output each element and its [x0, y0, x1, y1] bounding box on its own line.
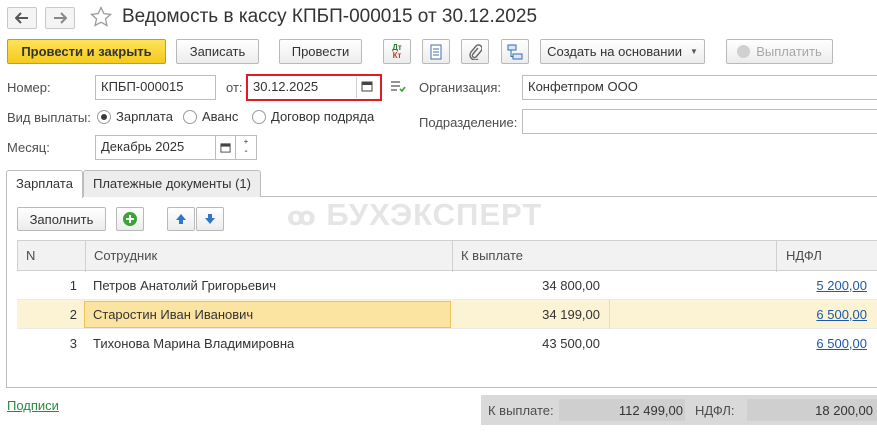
- tab-salary[interactable]: Зарплата: [6, 170, 83, 198]
- add-row-button[interactable]: [116, 207, 144, 231]
- row-employee: Тихонова Марина Владимировна: [93, 336, 295, 351]
- page-title: Ведомость в кассу КПБП-000015 от 30.12.2…: [122, 6, 538, 27]
- row-amount: 34 800,00: [542, 278, 600, 293]
- month-field[interactable]: Декабрь 2025: [95, 135, 216, 160]
- radio-unselected-icon: [252, 109, 266, 124]
- post-and-close-button[interactable]: Провести и закрыть: [7, 39, 166, 64]
- month-label: Месяц:: [7, 140, 50, 155]
- move-down-button[interactable]: [196, 207, 224, 231]
- watermark-logo-icon: ꝏ: [287, 201, 317, 231]
- coin-icon: [737, 45, 751, 58]
- organization-label: Организация:: [419, 80, 502, 95]
- ndfl-total-value: 18 200,00: [815, 403, 873, 418]
- table-row[interactable]: 1 Петров Анатолий Григорьевич 34 800,00 …: [17, 271, 877, 300]
- paperclip-icon: [469, 43, 482, 60]
- radio-salary-label: Зарплата: [116, 109, 173, 124]
- calendar-button[interactable]: [361, 80, 373, 95]
- column-header-n[interactable]: N: [26, 248, 35, 263]
- row-number: 2: [69, 307, 77, 322]
- organization-field[interactable]: Конфетпром ООО: [522, 75, 877, 100]
- column-header-ndfl[interactable]: НДФЛ: [786, 248, 822, 263]
- structure-button[interactable]: [501, 39, 529, 64]
- date-value: 30.12.2025: [253, 79, 319, 94]
- dt-kt-button[interactable]: Дт Кт: [383, 39, 411, 64]
- star-icon: [89, 5, 113, 27]
- create-based-on-label: Создать на основании: [547, 44, 682, 59]
- radio-selected-icon: [97, 109, 111, 124]
- move-up-button[interactable]: [167, 207, 195, 231]
- column-header-amount[interactable]: К выплате: [461, 248, 523, 263]
- tab-payment-documents[interactable]: Платежные документы (1): [83, 170, 261, 197]
- row-amount: 34 199,00: [542, 307, 600, 322]
- edit-list-icon: [391, 81, 406, 93]
- kt-label: Кт: [392, 50, 402, 60]
- row-ndfl-link[interactable]: 6 500,00: [777, 336, 867, 351]
- row-employee: Старостин Иван Иванович: [93, 307, 254, 322]
- ndfl-total-label: НДФЛ:: [695, 403, 735, 418]
- radio-contract-label: Договор подряда: [271, 109, 375, 124]
- radio-unselected-icon: [183, 109, 197, 124]
- division-label: Подразделение:: [419, 115, 518, 130]
- totals-bar: К выплате: 112 499,00 НДФЛ: 18 200,00: [481, 395, 877, 425]
- arrow-down-icon: [205, 214, 215, 224]
- total-amount-value: 112 499,00: [618, 403, 683, 418]
- number-label: Номер:: [7, 80, 51, 95]
- row-number: 3: [69, 336, 77, 351]
- document-list-icon: [430, 44, 442, 59]
- fill-button[interactable]: Заполнить: [17, 207, 106, 231]
- month-calendar-button[interactable]: [215, 135, 236, 160]
- number-edit-button[interactable]: [390, 80, 406, 97]
- back-button[interactable]: [7, 7, 37, 29]
- row-amount: 43 500,00: [542, 336, 600, 351]
- create-based-on-dropdown[interactable]: Создать на основании ▼: [540, 39, 705, 64]
- division-field[interactable]: [522, 109, 877, 134]
- save-button[interactable]: Записать: [176, 39, 259, 64]
- month-stepper[interactable]: + -: [235, 135, 257, 160]
- number-field[interactable]: КПБП-000015: [95, 75, 216, 100]
- watermark: ꝏ БУХЭКСПЕРТ: [287, 197, 542, 233]
- forward-button[interactable]: [45, 7, 75, 29]
- row-ndfl-link[interactable]: 5 200,00: [777, 278, 867, 293]
- calendar-icon: [361, 81, 373, 92]
- arrow-left-icon: [15, 12, 28, 24]
- signatures-link[interactable]: Подписи: [7, 398, 59, 413]
- favorite-button[interactable]: [89, 5, 113, 31]
- dt-kt-icon: Дт Кт: [392, 43, 402, 60]
- radio-contract[interactable]: Договор подряда: [252, 109, 374, 124]
- row-employee: Петров Анатолий Григорьевич: [93, 278, 277, 293]
- arrow-right-icon: [54, 12, 67, 24]
- pay-label: Выплатить: [756, 44, 822, 59]
- table-header: N Сотрудник К выплате НДФЛ: [17, 240, 877, 272]
- total-amount-label: К выплате:: [488, 403, 554, 418]
- radio-advance[interactable]: Аванс: [183, 109, 238, 124]
- attachment-button[interactable]: [461, 39, 489, 64]
- hierarchy-icon: [507, 44, 523, 59]
- radio-salary[interactable]: Зарплата: [97, 109, 173, 124]
- table-row-selected[interactable]: 2 Старостин Иван Иванович 34 199,00 6 50…: [17, 300, 877, 329]
- column-header-employee[interactable]: Сотрудник: [94, 248, 157, 263]
- table-row[interactable]: 3 Тихонова Марина Владимировна 43 500,00…: [17, 329, 877, 358]
- date-label: от:: [226, 80, 243, 95]
- row-ndfl-link[interactable]: 6 500,00: [777, 307, 867, 322]
- radio-advance-label: Аванс: [202, 109, 239, 124]
- calendar-icon: [220, 143, 231, 153]
- print-list-button[interactable]: [422, 39, 450, 64]
- plus-icon: [123, 212, 137, 226]
- pay-button[interactable]: Выплатить: [726, 39, 833, 64]
- payment-type-label: Вид выплаты:: [7, 110, 91, 125]
- stepper-down-icon[interactable]: -: [236, 147, 256, 158]
- watermark-text: БУХЭКСПЕРТ: [326, 197, 543, 232]
- arrow-up-icon: [176, 214, 186, 224]
- row-number: 1: [69, 278, 77, 293]
- chevron-down-icon: ▼: [689, 47, 698, 56]
- post-button[interactable]: Провести: [279, 39, 362, 64]
